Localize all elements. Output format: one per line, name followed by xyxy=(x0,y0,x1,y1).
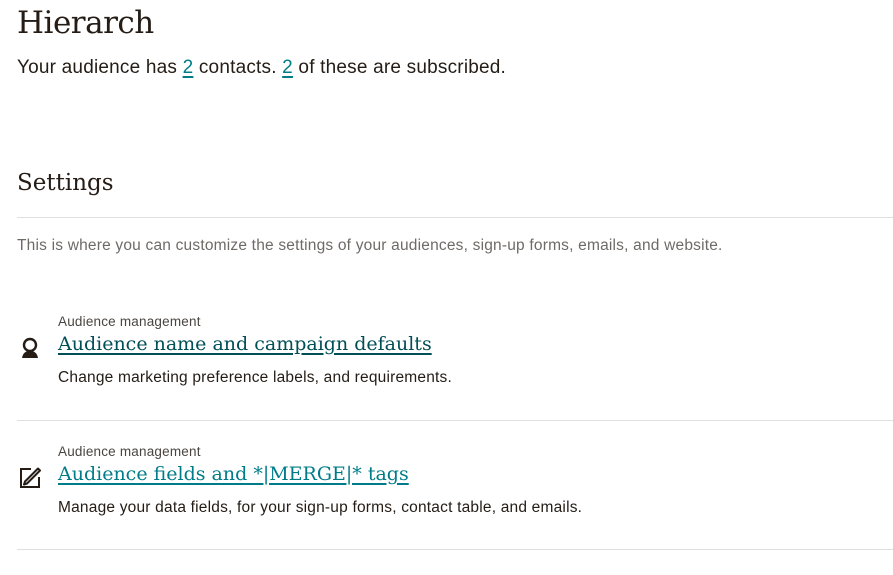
item-description: Manage your data fields, for your sign-u… xyxy=(58,499,583,516)
item-eyebrow: Audience management xyxy=(58,444,201,459)
settings-description: This is where you can customize the sett… xyxy=(17,237,723,254)
edit-square-icon xyxy=(19,467,41,489)
item-description: Change marketing preference labels, and … xyxy=(58,369,453,386)
summary-suffix: of these are subscribed. xyxy=(292,57,507,78)
contacts-count-link[interactable]: 2 xyxy=(183,57,194,78)
summary-middle: contacts. xyxy=(193,57,283,78)
settings-divider xyxy=(17,217,893,218)
settings-item-audience-name: Audience management Audience name and ca… xyxy=(17,314,893,424)
settings-item-audience-fields: Audience management Audience fields and … xyxy=(17,444,893,554)
item-divider xyxy=(17,420,893,421)
audience-fields-merge-tags-link[interactable]: Audience fields and *|MERGE|* tags xyxy=(58,463,409,485)
page-title: Hierarch xyxy=(17,5,154,41)
item-eyebrow: Audience management xyxy=(58,314,201,329)
audience-name-defaults-link[interactable]: Audience name and campaign defaults xyxy=(58,333,432,355)
person-icon xyxy=(19,337,41,359)
audience-summary: Your audience has 2 contacts. 2 of these… xyxy=(17,57,506,79)
subscribed-count-link[interactable]: 2 xyxy=(282,57,293,78)
item-divider xyxy=(17,549,893,550)
summary-prefix: Your audience has xyxy=(17,57,183,78)
settings-title: Settings xyxy=(17,170,114,196)
